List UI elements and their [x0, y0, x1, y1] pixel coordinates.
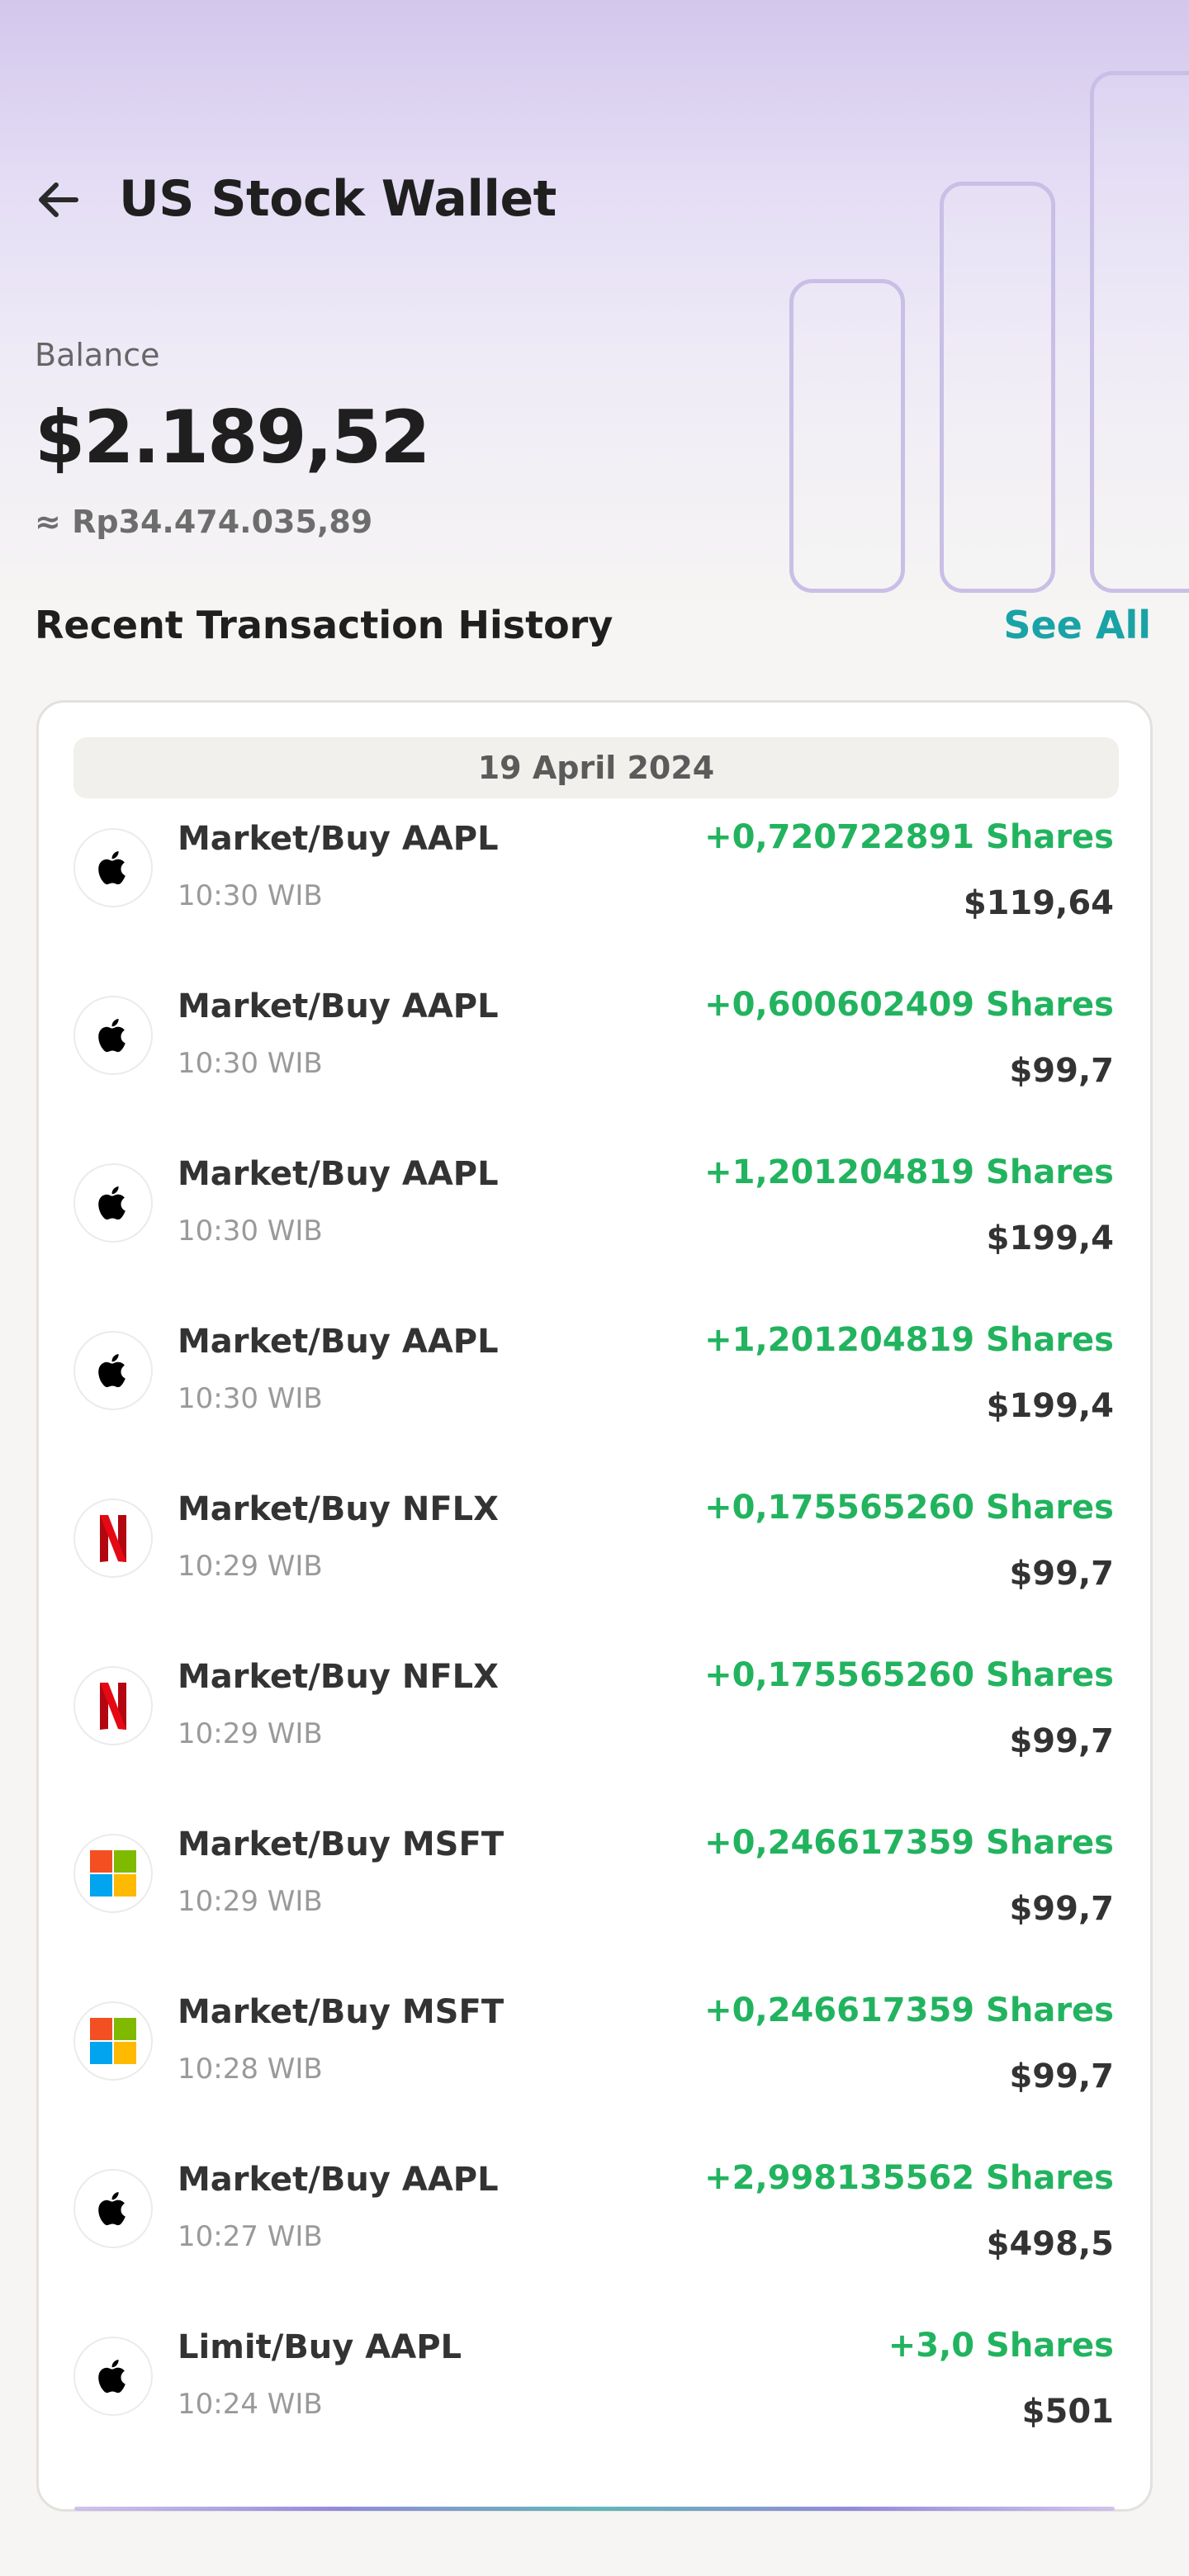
- decorative-bar-chart-large: [1090, 71, 1189, 593]
- transaction-amount: $501: [1021, 2393, 1114, 2431]
- transaction-shares: +2,998135562 Shares: [704, 2159, 1114, 2197]
- transaction-shares: +0,246617359 Shares: [704, 1991, 1114, 2029]
- stock-logo: [73, 1834, 153, 1913]
- transaction-shares: +3,0 Shares: [888, 2327, 1114, 2365]
- transaction-shares: +0,600602409 Shares: [704, 986, 1114, 1024]
- transaction-shares: +0,175565260 Shares: [704, 1489, 1114, 1527]
- balance-converted: ≈ Rp34.474.035,89: [35, 504, 373, 540]
- stock-logo: [73, 2169, 153, 2248]
- section-title: Recent Transaction History: [35, 603, 613, 647]
- stock-logo: [73, 996, 153, 1075]
- transaction-amount: $99,7: [1009, 2057, 1114, 2095]
- transaction-time: 10:30 WIB: [178, 879, 323, 912]
- decorative-bar-chart-medium: [940, 182, 1055, 593]
- balance-value: $2.189,52: [35, 395, 430, 480]
- transaction-shares: +1,201204819 Shares: [704, 1153, 1114, 1191]
- transaction-row[interactable]: Market/Buy AAPL 10:30 WIB +1,201204819 Sha…: [39, 1135, 1150, 1303]
- apple-icon: [98, 1019, 126, 1053]
- transaction-row[interactable]: Market/Buy AAPL 10:30 WIB +0,720722891 Sha…: [39, 800, 1150, 968]
- transaction-time: 10:24 WIB: [178, 2388, 323, 2421]
- stock-logo: [73, 1331, 153, 1410]
- apple-icon: [98, 1354, 126, 1388]
- transaction-name: Market/Buy AAPL: [178, 820, 499, 858]
- stock-logo: [73, 1163, 153, 1243]
- stock-logo: [73, 1666, 153, 1745]
- apple-icon: [98, 2192, 126, 2226]
- arrow-left-icon: [39, 182, 78, 217]
- transaction-name: Market/Buy MSFT: [178, 1825, 504, 1863]
- transaction-time: 10:30 WIB: [178, 1047, 323, 1080]
- transaction-row[interactable]: Market/Buy NFLX 10:29 WIB +0,175565260 Sha…: [39, 1638, 1150, 1806]
- transaction-amount: $99,7: [1009, 1722, 1114, 1760]
- transaction-amount: $199,4: [986, 1387, 1114, 1425]
- transaction-name: Market/Buy AAPL: [178, 1323, 499, 1361]
- netflix-icon: [100, 1515, 126, 1562]
- transaction-row[interactable]: Market/Buy AAPL 10:30 WIB +0,600602409 Sha…: [39, 968, 1150, 1135]
- transaction-name: Limit/Buy AAPL: [178, 2328, 462, 2366]
- decorative-bar-chart-small: [789, 279, 905, 593]
- transaction-time: 10:29 WIB: [178, 1550, 323, 1583]
- date-header: 19 April 2024: [73, 737, 1119, 798]
- card-accent-line: [74, 2507, 1115, 2511]
- transaction-list: Market/Buy AAPL 10:30 WIB +0,720722891 Sha…: [39, 800, 1150, 2476]
- transaction-time: 10:30 WIB: [178, 1215, 323, 1248]
- transaction-row[interactable]: Market/Buy AAPL 10:27 WIB +2,998135562 Sha…: [39, 2141, 1150, 2308]
- microsoft-icon: [90, 2018, 136, 2064]
- stock-logo: [73, 2337, 153, 2416]
- transaction-history-card: 19 April 2024 Market/Buy AAPL 10:30 WIB +0…: [36, 700, 1153, 2512]
- balance-label: Balance: [35, 337, 160, 373]
- see-all-link[interactable]: See All: [1003, 603, 1151, 647]
- transaction-shares: +0,246617359 Shares: [704, 1824, 1114, 1862]
- apple-icon: [98, 1186, 126, 1220]
- transaction-row[interactable]: Limit/Buy AAPL 10:24 WIB +3,0 Shares $501: [39, 2308, 1150, 2476]
- transaction-amount: $498,5: [986, 2225, 1114, 2263]
- transaction-name: Market/Buy AAPL: [178, 1155, 499, 1193]
- apple-icon: [98, 851, 126, 885]
- transaction-shares: +1,201204819 Shares: [704, 1321, 1114, 1359]
- transaction-name: Market/Buy MSFT: [178, 1993, 504, 2031]
- transaction-shares: +0,175565260 Shares: [704, 1656, 1114, 1694]
- transaction-amount: $99,7: [1009, 1890, 1114, 1928]
- transaction-amount: $199,4: [986, 1219, 1114, 1257]
- transaction-shares: +0,720722891 Shares: [704, 818, 1114, 856]
- transaction-row[interactable]: Market/Buy MSFT 10:28 WIB +0,246617359 Sha…: [39, 1973, 1150, 2141]
- apple-icon: [98, 2360, 126, 2394]
- stock-logo: [73, 2001, 153, 2081]
- transaction-amount: $119,64: [963, 884, 1114, 922]
- transaction-row[interactable]: Market/Buy NFLX 10:29 WIB +0,175565260 Sha…: [39, 1470, 1150, 1638]
- transaction-row[interactable]: Market/Buy MSFT 10:29 WIB +0,246617359 Sha…: [39, 1806, 1150, 1973]
- transaction-name: Market/Buy AAPL: [178, 987, 499, 1025]
- transaction-time: 10:27 WIB: [178, 2220, 323, 2253]
- transaction-time: 10:28 WIB: [178, 2053, 323, 2086]
- transaction-time: 10:29 WIB: [178, 1885, 323, 1918]
- transaction-row[interactable]: Market/Buy AAPL 10:30 WIB +1,201204819 Sha…: [39, 1303, 1150, 1470]
- stock-logo: [73, 828, 153, 907]
- transaction-time: 10:29 WIB: [178, 1717, 323, 1750]
- transaction-amount: $99,7: [1009, 1555, 1114, 1593]
- transaction-time: 10:30 WIB: [178, 1382, 323, 1415]
- netflix-icon: [100, 1683, 126, 1730]
- back-button[interactable]: [31, 173, 84, 226]
- stock-logo: [73, 1499, 153, 1578]
- transaction-amount: $99,7: [1009, 1052, 1114, 1090]
- transaction-name: Market/Buy NFLX: [178, 1490, 500, 1528]
- microsoft-icon: [90, 1850, 136, 1896]
- transaction-name: Market/Buy AAPL: [178, 2161, 499, 2199]
- transaction-name: Market/Buy NFLX: [178, 1658, 500, 1696]
- page-title: US Stock Wallet: [119, 170, 557, 228]
